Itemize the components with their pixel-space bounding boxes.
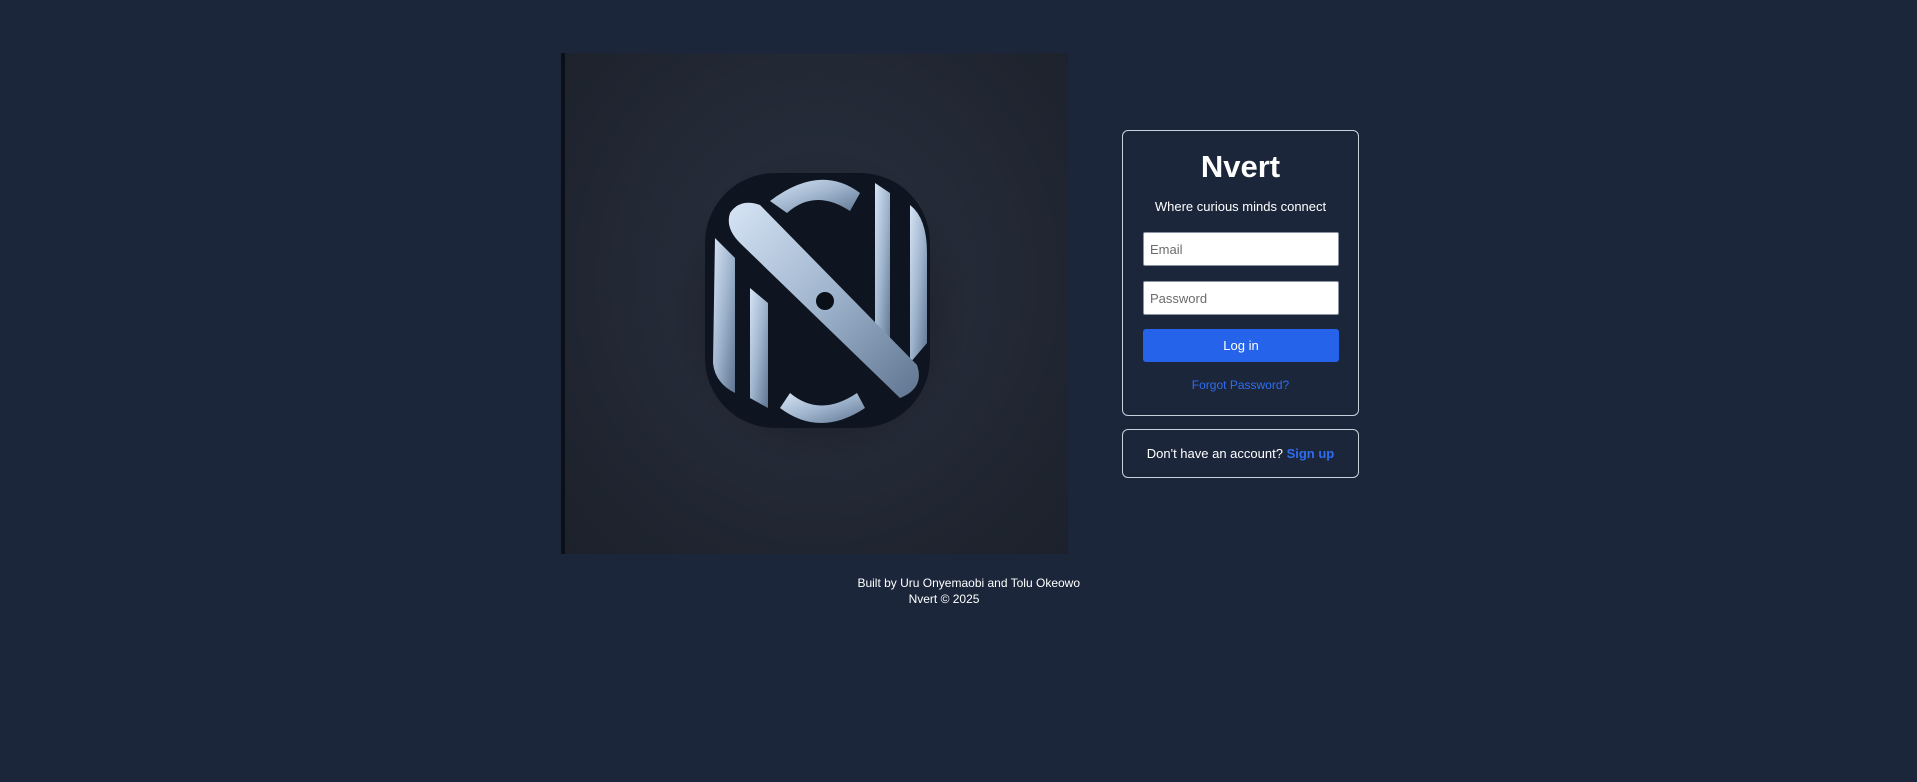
footer-credit: Built by Uru Onyemaobi and Tolu Okeowo — [857, 576, 1080, 590]
password-field[interactable] — [1143, 281, 1339, 315]
tagline: Where curious minds connect — [1154, 199, 1327, 214]
nvert-logo-icon — [670, 148, 970, 468]
signup-card: Don't have an account? Sign up — [1122, 429, 1359, 478]
brand-title: Nvert — [1200, 149, 1281, 184]
footer-copyright: Nvert © 2025 — [908, 592, 980, 606]
login-card: Nvert Where curious minds connect Log in… — [1122, 130, 1359, 416]
hero-image — [561, 53, 1068, 554]
email-field[interactable] — [1143, 232, 1339, 266]
signup-prompt: Don't have an account? — [1146, 446, 1283, 461]
login-page: Built by Uru Onyemaobi and Tolu Okeowo N… — [0, 0, 1917, 782]
signup-link[interactable]: Sign up — [1287, 446, 1335, 461]
forgot-password-link[interactable]: Forgot Password? — [1123, 378, 1358, 392]
login-button[interactable]: Log in — [1143, 329, 1339, 362]
